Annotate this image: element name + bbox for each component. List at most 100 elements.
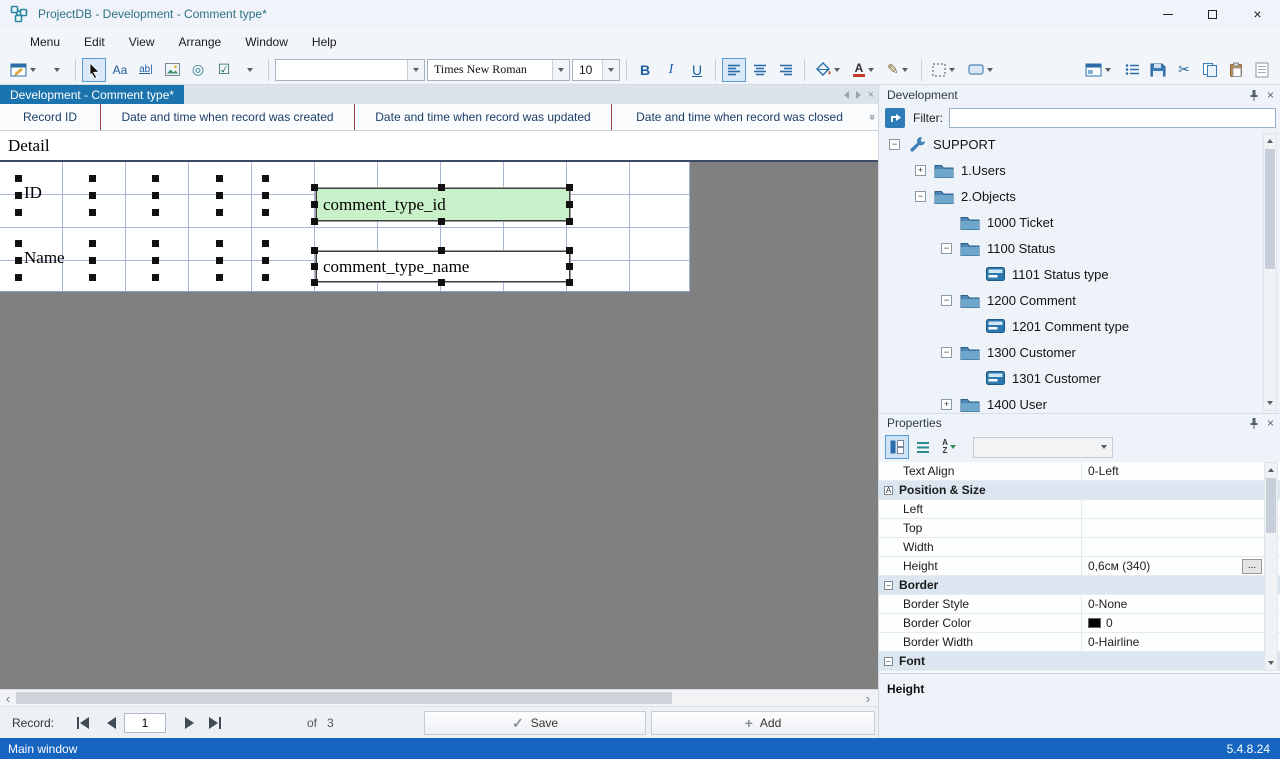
new-form-button[interactable] [6,58,43,82]
style-select[interactable] [275,58,425,81]
selection-handle[interactable] [152,257,159,264]
scroll-down-icon[interactable] [1265,656,1277,670]
horizontal-scrollbar[interactable]: ‹ › [0,689,878,706]
scrollbar-thumb[interactable] [1265,149,1275,269]
save-record-button[interactable]: ✓ Save [424,711,646,735]
selection-handle[interactable] [262,175,269,182]
column-header-closed[interactable]: Date and time when record was closed [611,104,867,130]
property-value[interactable]: 0-None [1082,595,1280,613]
collapse-icon[interactable]: − [884,580,893,590]
selection-handle[interactable] [89,240,96,247]
collapse-icon[interactable]: − [884,656,893,666]
close-panel-icon[interactable]: × [1267,416,1274,430]
expander-icon[interactable]: − [915,190,926,202]
pin-icon[interactable] [1249,417,1259,429]
field-comment-type-name[interactable]: comment_type_name [316,251,570,282]
maximize-button[interactable] [1190,0,1235,28]
italic-button[interactable]: I [659,58,683,82]
selection-handle[interactable] [152,240,159,247]
copy-button[interactable] [1198,58,1222,82]
scroll-down-icon[interactable] [1264,396,1276,410]
selection-handle[interactable] [152,209,159,216]
picture-tool-button[interactable] [160,58,184,82]
selection-handle[interactable] [262,209,269,216]
category-row-position-size[interactable]: A−Position & Size [879,481,1280,500]
shape-button[interactable] [964,58,1000,82]
tree-item-1101-status-type[interactable]: 1101 Status type [879,261,1280,287]
property-value[interactable] [1082,538,1280,556]
fill-color-button[interactable] [811,58,847,82]
column-header-created[interactable]: Date and time when record was created [100,104,354,130]
selection-handle[interactable] [216,209,223,216]
menu-item-help[interactable]: Help [300,31,349,53]
tree-scrollbar[interactable] [1263,133,1277,411]
expander-icon[interactable]: − [941,346,952,358]
selection-handle[interactable] [566,263,573,270]
selection-handle[interactable] [152,274,159,281]
menu-item-window[interactable]: Window [233,31,300,53]
font-family-select[interactable]: Times New Roman [427,58,570,81]
property-value[interactable]: 0-Hairline [1082,633,1280,651]
selection-handle[interactable] [566,247,573,254]
selection-handle[interactable] [262,240,269,247]
selection-handle[interactable] [15,240,22,247]
column-header-updated[interactable]: Date and time when record was updated [354,104,611,130]
tree-item-1100-status[interactable]: − 1100 Status [879,235,1280,261]
ellipse-tool-button[interactable]: ◎ [186,58,210,82]
view-selector-button[interactable] [1081,58,1118,82]
selection-handle[interactable] [566,218,573,225]
selection-handle[interactable] [15,257,22,264]
property-grid-scrollbar[interactable] [1264,462,1278,671]
tree-item-1201-comment-type[interactable]: 1201 Comment type [879,313,1280,339]
selection-handle[interactable] [311,279,318,286]
close-panel-icon[interactable]: × [1267,88,1274,102]
tree-item-objects[interactable]: − 2.Objects [879,183,1280,209]
alphabetical-view-button[interactable] [911,435,935,459]
property-row-border-style[interactable]: Border Style 0-None [879,595,1280,614]
selection-handle[interactable] [438,247,445,254]
selection-handle[interactable] [152,192,159,199]
column-header-record-id[interactable]: Record ID [0,104,100,130]
detail-band-header[interactable]: Detail [0,131,878,162]
tab-scroll-right-icon[interactable] [855,90,861,99]
menu-item-menu[interactable]: Menu [18,31,72,53]
tab-close-icon[interactable]: × [868,89,874,101]
pin-icon[interactable] [1249,89,1259,101]
selection-handle[interactable] [15,192,22,199]
font-color-button[interactable]: A [849,58,881,82]
last-record-button[interactable] [202,711,228,735]
selection-handle[interactable] [15,274,22,281]
category-row-border[interactable]: − Border [879,576,1280,595]
property-value[interactable]: 0,6см (340)... [1082,557,1280,575]
property-row-text-align[interactable]: Text Align 0-Left [879,462,1280,481]
save-toolbar-button[interactable] [1146,58,1170,82]
property-row-width[interactable]: Width [879,538,1280,557]
selection-handle[interactable] [216,274,223,281]
property-value[interactable] [1082,519,1280,537]
selection-handle[interactable] [262,257,269,264]
selection-handle[interactable] [262,192,269,199]
field-comment-type-id[interactable]: comment_type_id [316,188,570,221]
align-left-button[interactable] [722,57,746,82]
tree-item-support[interactable]: − SUPPORT [879,131,1280,157]
tab-development-comment-type[interactable]: Development - Comment type* [0,85,185,104]
property-row-border-width[interactable]: Border Width 0-Hairline [879,633,1280,652]
tree-item-1200-comment[interactable]: − 1200 Comment [879,287,1280,313]
go-to-object-button[interactable] [885,107,905,128]
selection-handle[interactable] [89,175,96,182]
categorized-view-button[interactable] [885,435,909,459]
selection-handle[interactable] [311,184,318,191]
scrollbar-thumb[interactable] [16,692,672,704]
toolbar-group-overflow-button[interactable] [45,58,69,82]
selection-handle[interactable] [566,201,573,208]
selection-handle[interactable] [311,218,318,225]
minimize-button[interactable] [1145,0,1190,28]
menu-item-view[interactable]: View [117,31,167,53]
property-value[interactable]: 0 [1082,614,1280,632]
menu-item-edit[interactable]: Edit [72,31,117,53]
selection-handle[interactable] [438,279,445,286]
header-overflow-icon[interactable]: » [867,104,879,130]
checkbox-tool-button[interactable]: ☑ [212,58,236,82]
selection-handle[interactable] [89,257,96,264]
selection-handle[interactable] [311,263,318,270]
